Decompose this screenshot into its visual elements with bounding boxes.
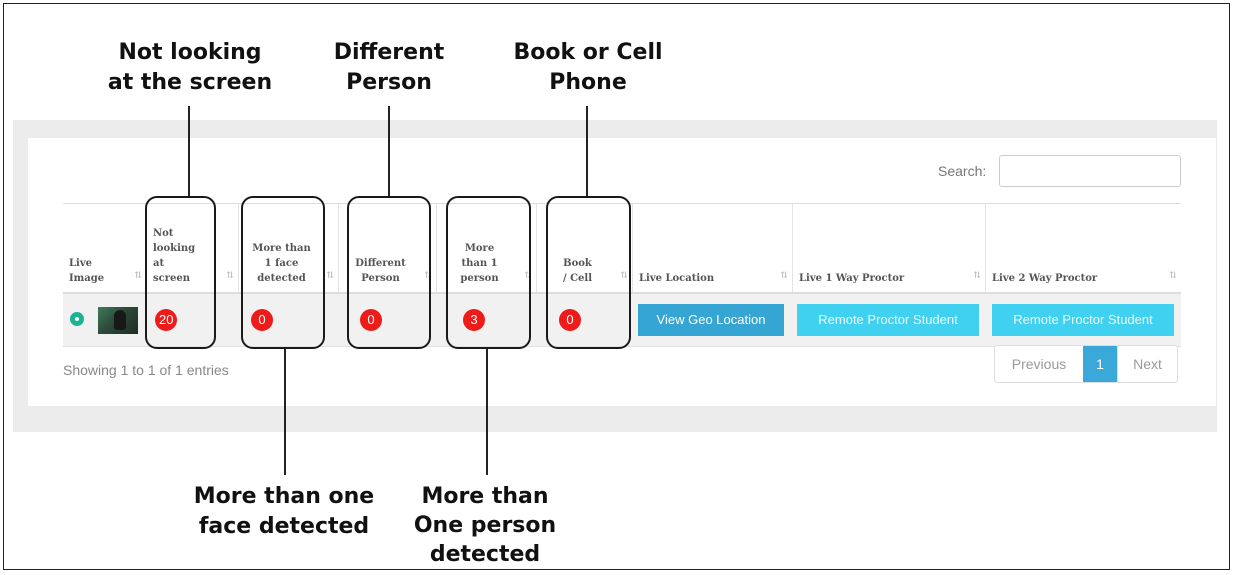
col-live-image[interactable]: Live Image ⇅ xyxy=(63,204,147,292)
remote-proctor-1way-button[interactable]: Remote Proctor Student xyxy=(797,304,979,336)
plus-circle-icon[interactable] xyxy=(70,312,84,326)
callout-line: One person xyxy=(413,513,557,538)
cell-live-location: View Geo Location xyxy=(633,294,793,346)
next-page-button[interactable]: Next xyxy=(1117,346,1177,382)
sort-icon[interactable]: ⇅ xyxy=(326,269,334,284)
col-live-1way[interactable]: Live 1 Way Proctor ⇅ xyxy=(793,204,986,292)
webcam-thumbnail[interactable] xyxy=(98,307,138,334)
header-text: Live Location xyxy=(639,273,715,284)
callout-line: detected xyxy=(429,542,541,567)
sort-icon[interactable]: ⇅ xyxy=(134,269,142,284)
header-text: Live 2 Way Proctor xyxy=(992,273,1098,284)
header-text: Image xyxy=(69,273,105,284)
cell-live-2way: Remote Proctor Student xyxy=(986,294,1181,346)
sort-icon[interactable]: ⇅ xyxy=(226,269,234,284)
callout-line: More than one xyxy=(193,484,375,509)
page-1-button[interactable]: 1 xyxy=(1083,346,1117,382)
search-input[interactable] xyxy=(999,155,1181,187)
cell-live-image xyxy=(63,294,147,346)
callout-line: More than xyxy=(421,484,549,509)
cell-live-1way: Remote Proctor Student xyxy=(793,294,986,346)
callout-more-face: More than one face detected xyxy=(182,482,386,542)
sort-icon[interactable]: ⇅ xyxy=(1169,269,1177,284)
highlight-more-person xyxy=(446,196,531,349)
remote-proctor-2way-button[interactable]: Remote Proctor Student xyxy=(992,304,1174,336)
callout-line: Different xyxy=(333,40,445,65)
highlight-book-cell xyxy=(546,196,631,349)
connector-not-looking xyxy=(188,106,190,196)
connector-more-person xyxy=(486,347,488,475)
callout-book-cell: Book or Cell Phone xyxy=(500,38,676,98)
header-text: Live 1 Way Proctor xyxy=(799,273,905,284)
callout-line: face detected xyxy=(198,514,370,539)
search-label: Search: xyxy=(938,163,987,179)
callout-more-person: More than One person detected xyxy=(402,482,568,569)
highlight-more-face xyxy=(241,196,325,349)
col-live-location[interactable]: Live Location ⇅ xyxy=(633,204,793,292)
callout-line: Person xyxy=(346,70,432,95)
connector-different-person xyxy=(388,106,390,196)
highlight-not-looking xyxy=(145,196,216,349)
callout-line: Book or Cell xyxy=(513,40,663,65)
sort-icon[interactable]: ⇅ xyxy=(973,269,981,284)
table-info: Showing 1 to 1 of 1 entries xyxy=(63,362,229,378)
pagination: Previous 1 Next xyxy=(994,345,1178,383)
callout-line: Phone xyxy=(549,70,627,95)
callout-different-person: Different Person xyxy=(324,38,454,98)
highlight-different-person xyxy=(347,196,431,349)
callout-line: at the screen xyxy=(107,70,273,95)
connector-book-cell xyxy=(586,106,588,196)
previous-page-button[interactable]: Previous xyxy=(995,346,1083,382)
callout-line: Not looking xyxy=(118,40,262,65)
col-live-2way[interactable]: Live 2 Way Proctor ⇅ xyxy=(986,204,1181,292)
callout-not-looking: Not looking at the screen xyxy=(98,38,282,98)
view-geo-location-button[interactable]: View Geo Location xyxy=(638,304,784,336)
connector-more-face xyxy=(284,347,286,475)
header-text: Live xyxy=(69,258,93,269)
sort-icon[interactable]: ⇅ xyxy=(780,269,788,284)
